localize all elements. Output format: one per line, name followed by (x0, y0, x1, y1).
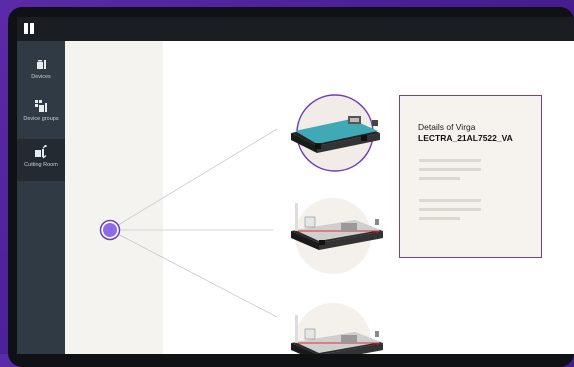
top-bar (17, 17, 574, 41)
cutting-room-icon (35, 145, 47, 159)
sidebar-item-cutting-room[interactable]: Cutting Room (17, 139, 65, 181)
placeholder-line (419, 168, 481, 171)
device-node-selected[interactable] (291, 94, 380, 172)
sidebar-item-label: Cutting Room (24, 162, 58, 168)
link-device-1 (109, 128, 278, 231)
sidebar-item-devices[interactable]: Devices (17, 51, 65, 93)
device-icon (37, 60, 46, 69)
link-device-3 (109, 229, 278, 318)
app-screen: Devices Device groups Cutting Room Detai… (17, 17, 574, 354)
cutting-room-canvas: Details of Virga LECTRA_21AL7522_VA (65, 41, 574, 354)
placeholder-line (419, 199, 481, 202)
sidebar-item-device-groups[interactable]: Device groups (17, 93, 65, 135)
device-node[interactable] (291, 198, 383, 274)
app-logo-icon (24, 23, 34, 34)
device-name: LECTRA_21AL7522_VA (418, 133, 513, 143)
device-details-panel: Details of Virga LECTRA_21AL7522_VA (399, 95, 542, 258)
sidebar-item-label: Devices (31, 74, 51, 80)
placeholder-line (419, 217, 460, 220)
sidebar-item-label: Device groups (23, 116, 59, 122)
placeholder-line (419, 208, 481, 211)
placeholder-line (419, 159, 481, 162)
sidebar: Devices Device groups Cutting Room (17, 41, 65, 354)
cutting-room-node[interactable] (99, 219, 121, 241)
placeholder-line (419, 177, 460, 180)
device-groups-icon (35, 100, 47, 112)
device-node[interactable] (291, 303, 383, 354)
details-title: Details of Virga (418, 122, 476, 132)
